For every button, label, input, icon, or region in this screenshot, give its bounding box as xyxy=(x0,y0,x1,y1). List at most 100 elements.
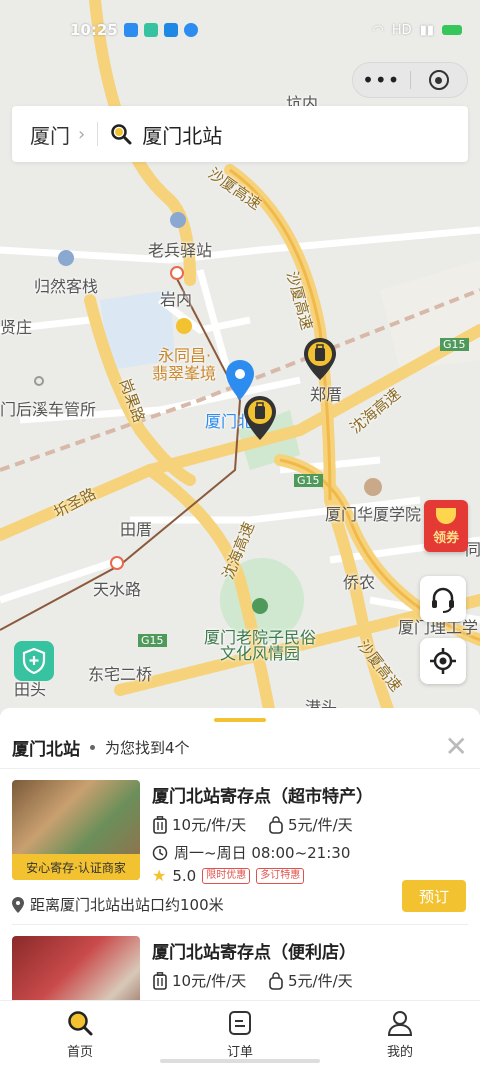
verified-badge: 安心寄存·认证商家 xyxy=(12,854,140,880)
map-pin-icon xyxy=(12,896,24,913)
tab-orders[interactable]: 订单 xyxy=(160,1001,320,1066)
tab-profile[interactable]: 我的 xyxy=(320,1001,480,1066)
map-label: 田厝 xyxy=(120,520,153,539)
divider xyxy=(0,768,480,769)
bottom-tab-bar: 首页 订单 我的 xyxy=(0,1000,480,1066)
metro-icon xyxy=(110,556,124,570)
separator-dot xyxy=(90,744,95,750)
luggage-pin-icon[interactable] xyxy=(244,396,276,440)
small-bag-price: 5元/件/天 xyxy=(288,816,353,834)
map-label: 天水路 xyxy=(93,580,142,599)
clock-icon xyxy=(152,845,168,860)
metro-icon xyxy=(170,266,184,280)
store-photo xyxy=(12,936,140,1000)
highway-badge: G15 xyxy=(138,634,167,647)
location-pin-icon[interactable] xyxy=(226,360,254,400)
opening-hours: 周一~周日 08:00~21:30 xyxy=(152,842,350,863)
search-icon xyxy=(111,124,132,145)
results-sheet: 厦门北站 为您找到4个 ✕ 安心寄存·认证商家 厦门北站寄存点（超市特产） 10… xyxy=(0,708,480,1000)
map-label: 贤庄 xyxy=(0,318,33,337)
map-label: 老兵驿站 xyxy=(148,241,213,260)
close-miniprogram-button[interactable] xyxy=(410,70,467,90)
map-label: 归然客栈 xyxy=(34,277,99,296)
map-label: 翡翠峯境 xyxy=(152,364,217,383)
tab-orders-label: 订单 xyxy=(226,1045,253,1060)
customer-service-button[interactable] xyxy=(420,576,466,622)
insurance-button[interactable] xyxy=(14,641,54,681)
home-indicator xyxy=(160,1059,320,1063)
wifi-icon: ◠ xyxy=(372,22,384,38)
hotel-icon xyxy=(170,212,186,228)
distance-text: 距离厦门北站出站口约100米 xyxy=(30,896,224,914)
highway-badge: G15 xyxy=(294,474,323,487)
map-label: 侨农 xyxy=(343,573,376,592)
building-icon xyxy=(176,318,192,334)
promo-tag: 多订特惠 xyxy=(256,867,305,884)
result-card[interactable]: 厦门北站寄存点（便利店） 10元/件/天 5元/件/天 xyxy=(12,936,468,1000)
luggage-pin-icon[interactable] xyxy=(304,338,336,380)
search-input[interactable]: 厦门北站 xyxy=(142,120,222,149)
result-count: 为您找到4个 xyxy=(105,738,190,757)
close-target-icon xyxy=(428,70,449,90)
miniprogram-capsule: ••• xyxy=(352,62,468,98)
map-label: 门后溪车管所 xyxy=(0,400,97,419)
map-label: 岩内 xyxy=(160,290,193,309)
map-label: 厦门华厦学院 xyxy=(325,505,422,524)
map-label: 文化风情园 xyxy=(220,644,301,663)
order-icon xyxy=(229,1011,251,1035)
distance-row: 距离厦门北站出站口约100米 xyxy=(12,894,224,915)
status-time: 10:25 xyxy=(70,21,118,39)
promo-tag: 限时优惠 xyxy=(202,867,251,884)
battery-icon xyxy=(442,25,462,35)
search-icon xyxy=(68,1011,93,1036)
rating-value: 5.0 xyxy=(172,866,197,885)
profile-icon xyxy=(387,1011,413,1036)
more-menu-button[interactable]: ••• xyxy=(353,68,410,92)
map-label: 东宅二桥 xyxy=(88,665,153,684)
notification-icon xyxy=(123,23,138,37)
notification-icon xyxy=(143,23,158,37)
sheet-handle[interactable] xyxy=(214,718,266,722)
book-button[interactable]: 预订 xyxy=(402,880,466,912)
store-name: 厦门北站寄存点（便利店） xyxy=(152,943,356,963)
close-icon[interactable]: ✕ xyxy=(445,733,468,761)
status-bar: 10:25 ◠ HD ▮▮ xyxy=(0,0,480,60)
tab-home-label: 首页 xyxy=(66,1045,93,1060)
headset-icon xyxy=(432,587,454,613)
poi-icon xyxy=(34,376,44,386)
star-icon: ★ xyxy=(152,866,167,885)
map-label: 郑厝 xyxy=(310,385,343,404)
chevron-right-icon: › xyxy=(78,123,86,145)
large-luggage-price: 10元/件/天 xyxy=(172,972,247,990)
hotel-icon xyxy=(58,250,74,266)
large-luggage-icon xyxy=(153,971,167,990)
search-divider xyxy=(97,122,99,146)
result-card[interactable]: 安心寄存·认证商家 厦门北站寄存点（超市特产） 10元/件/天 5元/件/天 周… xyxy=(12,780,468,920)
sheet-title: 厦门北站 xyxy=(12,739,80,760)
rating-row: ★ 5.0 限时优惠 多订特惠 xyxy=(152,866,305,885)
large-luggage-icon xyxy=(153,815,167,834)
divider xyxy=(12,924,468,925)
tab-home[interactable]: 首页 xyxy=(0,1001,160,1066)
small-bag-icon xyxy=(269,815,283,834)
park-icon xyxy=(252,598,268,614)
tab-profile-label: 我的 xyxy=(386,1045,413,1060)
city-selector[interactable]: 厦门 xyxy=(30,120,70,149)
small-bag-price: 5元/件/天 xyxy=(288,972,353,990)
locate-me-button[interactable] xyxy=(420,638,466,684)
search-bar[interactable]: 厦门 › 厦门北站 xyxy=(12,106,468,162)
price-row: 10元/件/天 5元/件/天 xyxy=(152,970,384,991)
hours-text: 周一~周日 08:00~21:30 xyxy=(174,844,351,862)
price-row: 10元/件/天 5元/件/天 xyxy=(152,814,384,835)
coupon-label: 领券 xyxy=(432,531,459,546)
coupon-button[interactable]: 领券 xyxy=(424,500,468,552)
signal-icon: ▮▮ xyxy=(419,22,434,38)
notification-icon xyxy=(183,23,198,37)
large-luggage-price: 10元/件/天 xyxy=(172,816,247,834)
crosshair-icon xyxy=(430,648,456,674)
shield-icon xyxy=(22,648,46,674)
highway-badge: G15 xyxy=(440,338,469,351)
sheet-header: 厦门北站 为您找到4个 ✕ xyxy=(12,732,468,762)
network-label: HD xyxy=(391,22,412,38)
store-name: 厦门北站寄存点（超市特产） xyxy=(152,787,373,807)
